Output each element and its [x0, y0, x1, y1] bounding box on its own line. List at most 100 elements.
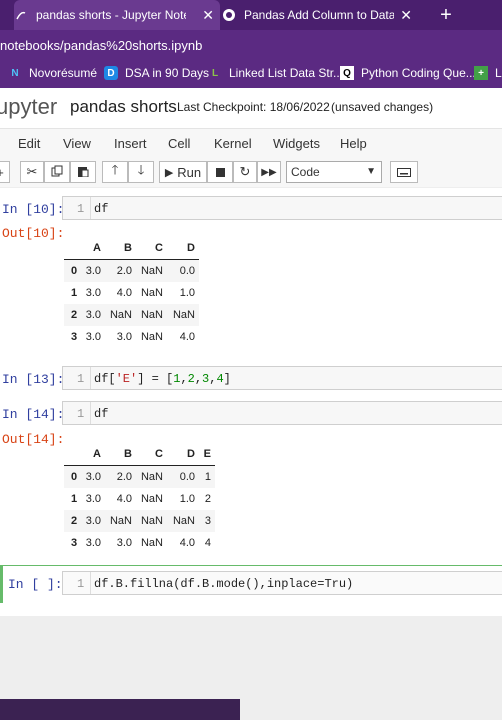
menu-view[interactable]: View — [63, 136, 91, 151]
tab-pandas-add-column[interactable]: Pandas Add Column to DataFrame ✕ — [222, 0, 418, 30]
restart-button[interactable]: ↻ — [233, 161, 257, 183]
menu-kernel[interactable]: Kernel — [214, 136, 252, 151]
table-cell: 3.0 — [85, 537, 101, 549]
bookmark-le[interactable]: + Le — [474, 66, 502, 80]
column-header: C — [132, 443, 163, 466]
bookmark-dsa[interactable]: D DSA in 90 Days — [104, 66, 209, 80]
table-cell: 3.0 — [85, 309, 101, 321]
table-row: 3 3.0 3.0 NaN 4.0 4 — [64, 532, 215, 554]
menu-cell[interactable]: Cell — [168, 136, 190, 151]
bookmark-linked-list[interactable]: L Linked List Data Str... — [208, 66, 343, 80]
table-row: 3 3.0 3.0 NaN 4.0 — [64, 326, 199, 348]
table-cell: 2.0 — [116, 471, 132, 483]
row-index: 1 — [70, 287, 78, 299]
table-cell: 3 — [204, 515, 211, 527]
close-icon[interactable]: ✕ — [202, 7, 214, 24]
jupyter-logo[interactable]: upyter — [0, 94, 57, 120]
table-cell: NaN — [140, 515, 163, 527]
gutter-divider — [90, 402, 91, 424]
table-cell: 4.0 — [179, 537, 195, 549]
input-prompt: In [14]: — [2, 407, 65, 422]
menu-edit[interactable]: Edit — [18, 136, 40, 151]
output-prompt: Out[10]: — [2, 226, 65, 241]
line-number: 1 — [77, 577, 85, 591]
row-index: 0 — [70, 471, 78, 483]
table-cell: 3.0 — [85, 265, 101, 277]
code-text[interactable]: df — [94, 202, 108, 216]
table-header-row: A B C D — [64, 237, 199, 260]
menu-help[interactable]: Help — [340, 136, 367, 151]
code-token: , — [180, 372, 188, 386]
dsa-icon: D — [104, 66, 118, 80]
menu-bar: Edit View Insert Cell Kernel Widgets Hel… — [0, 128, 502, 160]
interrupt-button[interactable] — [207, 161, 233, 183]
play-icon: ▶ — [164, 166, 174, 179]
table-header-row: A B C D E — [64, 443, 215, 466]
code-cell-input[interactable]: 1 df['E'] = [1,2,3,4] — [62, 366, 502, 390]
table-cell: NaN — [172, 309, 195, 321]
table-cell: NaN — [109, 309, 132, 321]
table-row: 1 3.0 4.0 NaN 1.0 — [64, 282, 199, 304]
arrow-up-icon: 🡑 — [111, 162, 119, 177]
row-index: 1 — [70, 493, 78, 505]
tab-jupyter-notebook[interactable]: pandas shorts - Jupyter Notebook ✕ — [14, 0, 220, 30]
column-header: D — [163, 237, 199, 260]
tab-label: Pandas Add Column to DataFrame — [244, 8, 394, 22]
code-cell-input[interactable]: 1 df — [62, 196, 502, 220]
bookmark-label: Linked List Data Str... — [229, 66, 344, 80]
table-cell: 4.0 — [116, 493, 132, 505]
table-cell: NaN — [140, 287, 163, 299]
gutter-divider — [90, 197, 91, 219]
menu-widgets[interactable]: Widgets — [273, 136, 320, 151]
command-palette-button[interactable] — [390, 161, 418, 183]
table-row: 0 3.0 2.0 NaN 0.0 1 — [64, 465, 215, 488]
paste-button[interactable] — [70, 161, 96, 183]
stop-icon — [215, 167, 225, 177]
address-bar[interactable]: notebooks/pandas%20shorts.ipynb — [0, 30, 502, 60]
restart-run-all-button[interactable]: ▶▶ — [257, 161, 281, 183]
row-index: 3 — [70, 537, 78, 549]
scissors-icon: ✂ — [26, 164, 38, 179]
table-cell: 1 — [204, 471, 211, 483]
tab-label: pandas shorts - Jupyter Notebook — [36, 8, 186, 22]
move-up-button[interactable]: 🡑 — [102, 161, 128, 183]
run-label: Run — [177, 164, 202, 180]
table-cell: 3.0 — [116, 537, 132, 549]
table-cell: 3.0 — [116, 331, 132, 343]
output-prompt: Out[14]: — [2, 432, 65, 447]
paste-icon — [77, 165, 89, 180]
cut-button[interactable]: ✂ — [20, 161, 44, 183]
copy-button[interactable] — [44, 161, 70, 183]
table-cell: NaN — [109, 515, 132, 527]
code-text[interactable]: df — [94, 407, 108, 421]
column-header: A — [84, 443, 101, 466]
code-cell-input[interactable]: 1 df.B.fillna(df.B.mode(),inplace=Tru) — [62, 571, 502, 595]
notebook-container: In [10]: 1 df Out[10]: A B C D 0 3.0 2.0… — [0, 188, 502, 616]
bookmark-novoresume[interactable]: N Novorésumé — [8, 66, 97, 80]
code-text[interactable]: df['E'] = [1,2,3,4] — [94, 372, 231, 386]
column-header: B — [101, 237, 132, 260]
new-tab-icon[interactable]: + — [434, 4, 458, 26]
url-text[interactable]: notebooks/pandas%20shorts.ipynb — [0, 38, 202, 53]
run-button[interactable]: ▶ Run — [159, 161, 207, 183]
site-icon — [222, 8, 236, 22]
cell-type-select[interactable]: Code ▼ — [286, 161, 382, 183]
close-icon[interactable]: ✕ — [400, 7, 412, 24]
code-text[interactable]: df.B.fillna(df.B.mode(),inplace=Tru) — [94, 577, 353, 591]
add-cell-button[interactable]: + — [0, 161, 10, 183]
table-cell: 2 — [204, 493, 211, 505]
move-down-button[interactable]: 🡓 — [128, 161, 154, 183]
menu-insert[interactable]: Insert — [114, 136, 147, 151]
table-row: 2 3.0 NaN NaN NaN 3 — [64, 510, 215, 532]
linked-list-icon: L — [211, 67, 219, 79]
table-cell: 0.0 — [179, 471, 195, 483]
code-cell-input[interactable]: 1 df — [62, 401, 502, 425]
restart-icon: ↻ — [239, 164, 251, 179]
bookmark-python-coding[interactable]: Q Python Coding Que... — [340, 66, 476, 80]
notebook-name[interactable]: pandas shorts — [70, 97, 177, 117]
column-header: A — [84, 237, 101, 260]
table-row: 1 3.0 4.0 NaN 1.0 2 — [64, 488, 215, 510]
chevron-down-icon: ▼ — [366, 166, 376, 177]
table-cell: 2.0 — [116, 265, 132, 277]
table-row: 2 3.0 NaN NaN NaN — [64, 304, 199, 326]
